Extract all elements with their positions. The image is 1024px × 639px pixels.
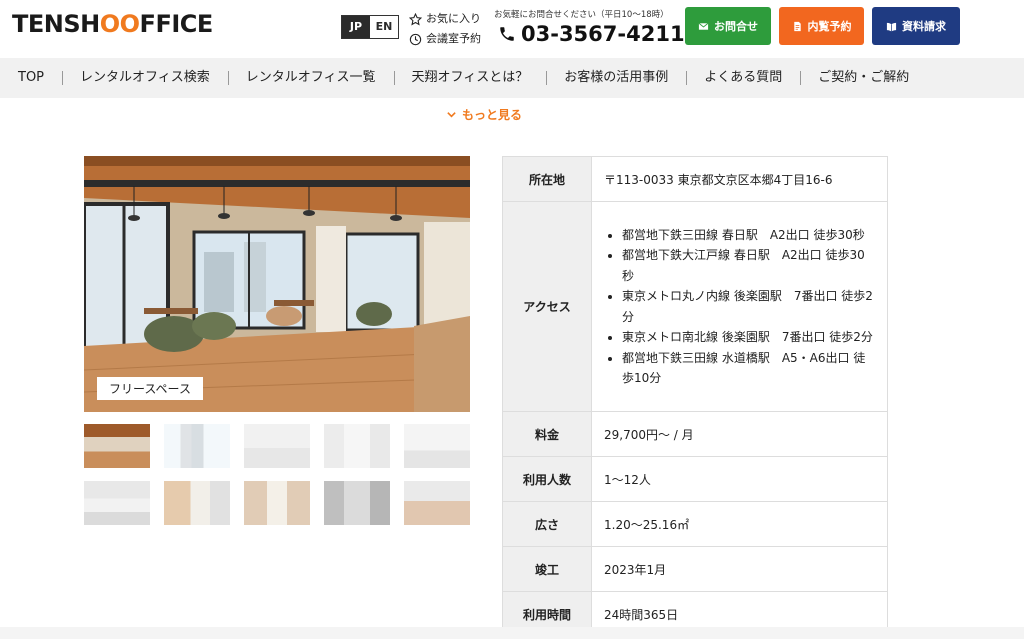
logo-text-3: FFICE <box>139 10 214 38</box>
clock-icon <box>409 33 422 45</box>
bottom-bar <box>0 627 1024 639</box>
logo-text-1: TENSH <box>12 10 100 38</box>
photo-caption: フリースペース <box>97 377 203 400</box>
info-value: 〒113-0033 東京都文京区本郷4丁目16-6 <box>591 156 888 202</box>
lang-jp-button[interactable]: JP <box>342 16 370 38</box>
nav-item-search[interactable]: レンタルオフィス検索 <box>62 58 228 98</box>
thumbnail-gallery <box>84 424 470 525</box>
property-info-table: 所在地 〒113-0033 東京都文京区本郷4丁目16-6 アクセス 都営地下鉄… <box>502 156 888 637</box>
star-icon <box>409 12 422 25</box>
header-links: お気に入り 会議室予約 <box>409 9 481 49</box>
nav-item-faq[interactable]: よくある質問 <box>686 58 800 98</box>
nav-item-cases[interactable]: お客様の活用事例 <box>546 58 686 98</box>
nav-item-list[interactable]: レンタルオフィス一覧 <box>227 58 394 98</box>
thumbnail-4[interactable] <box>324 424 390 468</box>
site-logo[interactable]: TENSHOOFFICE <box>12 10 213 38</box>
info-key: 竣工 <box>502 546 592 592</box>
info-key: 料金 <box>502 411 592 457</box>
global-nav: TOP レンタルオフィス検索 レンタルオフィス一覧 天翔オフィスとは？ お客様の… <box>0 58 1024 98</box>
tel-note: お気軽にお問合せください（平日10〜18時） <box>494 10 669 20</box>
info-value: 都営地下鉄三田線 春日駅 A2出口 徒歩30秒 都営地下鉄大江戸線 春日駅 A2… <box>591 201 888 412</box>
access-list: 都営地下鉄三田線 春日駅 A2出口 徒歩30秒 都営地下鉄大江戸線 春日駅 A2… <box>604 225 875 389</box>
book-icon <box>886 22 897 32</box>
document-request-button[interactable]: 資料請求 <box>872 7 960 45</box>
room-booking-label: 会議室予約 <box>426 32 481 45</box>
info-row-price: 料金 29,700円〜 / 月 <box>502 411 888 457</box>
docs-label: 資料請求 <box>902 20 946 33</box>
access-item: 東京メトロ丸ノ内線 後楽園駅 7番出口 徒歩2分 <box>622 286 875 327</box>
office-interior-image <box>84 156 470 412</box>
favorites-link[interactable]: お気に入り <box>409 9 481 29</box>
info-row-area: 広さ 1.20〜25.16㎡ <box>502 501 888 547</box>
thumbnail-9[interactable] <box>324 481 390 525</box>
thumbnail-2[interactable] <box>164 424 230 468</box>
access-item: 都営地下鉄三田線 水道橋駅 A5・A6出口 徒歩10分 <box>622 348 875 389</box>
room-booking-link[interactable]: 会議室予約 <box>409 29 481 49</box>
info-value: 2023年1月 <box>591 546 888 592</box>
info-key: 利用人数 <box>502 456 592 502</box>
thumbnail-10[interactable] <box>404 481 470 525</box>
access-item: 都営地下鉄三田線 春日駅 A2出口 徒歩30秒 <box>622 225 875 246</box>
chevron-down-icon <box>447 112 456 118</box>
access-item: 東京メトロ南北線 後楽園駅 7番出口 徒歩2分 <box>622 327 875 348</box>
phone-icon <box>500 27 514 41</box>
info-key: 広さ <box>502 501 592 547</box>
nav-item-about[interactable]: 天翔オフィスとは？ <box>393 58 547 98</box>
info-key: アクセス <box>502 201 592 412</box>
contact-button[interactable]: お問合せ <box>685 7 771 45</box>
phone-number: 03-3567-4211 <box>521 22 685 46</box>
thumbnail-1[interactable] <box>84 424 150 468</box>
nav-item-contract[interactable]: ご契約・ご解約 <box>800 58 927 98</box>
document-icon <box>793 21 801 31</box>
viewing-label: 内覧予約 <box>807 20 852 33</box>
thumbnail-5[interactable] <box>404 424 470 468</box>
info-row-address: 所在地 〒113-0033 東京都文京区本郷4丁目16-6 <box>502 156 888 202</box>
language-switcher: JP EN <box>341 15 399 39</box>
info-value: 1〜12人 <box>591 456 888 502</box>
info-value: 1.20〜25.16㎡ <box>591 501 888 547</box>
info-value: 29,700円〜 / 月 <box>591 411 888 457</box>
logo-text-2: OO <box>99 10 140 38</box>
contact-label: お問合せ <box>714 20 758 33</box>
favorites-label: お気に入り <box>426 12 481 25</box>
lang-en-button[interactable]: EN <box>370 16 398 38</box>
thumbnail-3[interactable] <box>244 424 310 468</box>
info-row-access: アクセス 都営地下鉄三田線 春日駅 A2出口 徒歩30秒 都営地下鉄大江戸線 春… <box>502 201 888 412</box>
viewing-reservation-button[interactable]: 内覧予約 <box>779 7 864 45</box>
phone-link[interactable]: 03-3567-4211 <box>498 22 685 46</box>
info-key: 所在地 <box>502 156 592 202</box>
nav-item-top[interactable]: TOP <box>0 58 62 98</box>
thumbnail-6[interactable] <box>84 481 150 525</box>
show-more-label: もっと見る <box>462 108 523 122</box>
site-header: TENSHOOFFICE JP EN お気に入り 会議室予約 お気軽にお問合せく… <box>0 0 1024 58</box>
access-item: 都営地下鉄大江戸線 春日駅 A2出口 徒歩30秒 <box>622 245 875 286</box>
info-row-completion: 竣工 2023年1月 <box>502 546 888 592</box>
thumbnail-8[interactable] <box>244 481 310 525</box>
info-row-capacity: 利用人数 1〜12人 <box>502 456 888 502</box>
thumbnail-7[interactable] <box>164 481 230 525</box>
show-more-link[interactable]: もっと見る <box>446 106 522 123</box>
mail-icon <box>698 22 709 30</box>
main-photo <box>84 156 470 412</box>
